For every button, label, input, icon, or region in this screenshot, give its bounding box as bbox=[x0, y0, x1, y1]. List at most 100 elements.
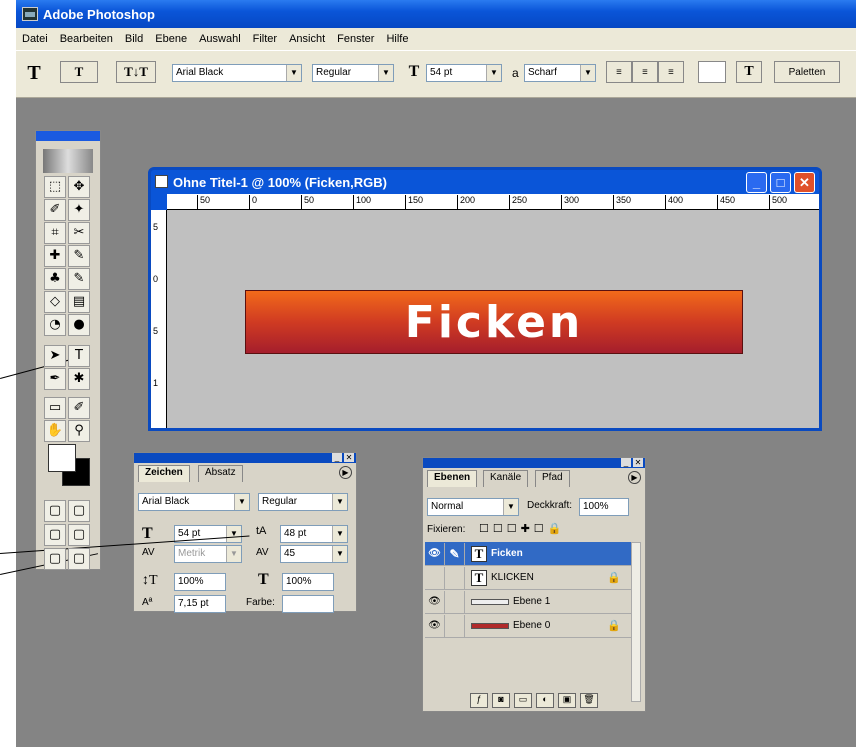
minimize-icon[interactable]: _ bbox=[332, 453, 342, 462]
quick-mask-on-icon[interactable]: ▢ bbox=[68, 500, 90, 522]
slice-icon[interactable]: ✂ bbox=[68, 222, 90, 244]
maximize-icon[interactable]: □ bbox=[770, 172, 791, 193]
trash-icon[interactable]: 🗑 bbox=[580, 692, 598, 708]
layer-row-ebene-1[interactable]: 👁 Ebene 1 bbox=[425, 590, 631, 614]
blend-mode-select[interactable]: Normal ▼ bbox=[427, 498, 519, 516]
zoom-icon[interactable]: ⚲ bbox=[68, 420, 90, 442]
eye-icon[interactable]: 👁 bbox=[425, 590, 445, 613]
tab-zeichen[interactable]: Zeichen bbox=[138, 465, 190, 482]
eye-icon[interactable]: 👁 bbox=[425, 542, 445, 565]
adjustment-layer-icon[interactable]: ◐ bbox=[536, 692, 554, 708]
marquee-icon[interactable]: ⬚ bbox=[44, 176, 66, 198]
adobe-online-icon[interactable] bbox=[43, 149, 93, 173]
gradient-icon[interactable]: ▤ bbox=[68, 291, 90, 313]
font-family-select[interactable]: Arial Black ▼ bbox=[172, 64, 302, 82]
baseline-shift-field[interactable]: 7,15 pt bbox=[174, 595, 226, 613]
leading-field[interactable]: 48 pt ▼ bbox=[280, 525, 348, 543]
menu-bearbeiten[interactable]: Bearbeiten bbox=[60, 33, 113, 45]
tracking-field[interactable]: 45 ▼ bbox=[280, 545, 348, 563]
menu-bild[interactable]: Bild bbox=[125, 33, 143, 45]
close-icon[interactable]: ✕ bbox=[794, 172, 815, 193]
text-color-swatch[interactable] bbox=[282, 595, 334, 613]
antialias-select[interactable]: Scharf ▼ bbox=[524, 64, 596, 82]
font-style-select[interactable]: Regular ▼ bbox=[258, 493, 348, 511]
lasso-icon[interactable]: ✐ bbox=[44, 199, 66, 221]
horizontal-scale-field[interactable]: 100% bbox=[282, 573, 334, 591]
eye-icon[interactable]: 👁 bbox=[425, 614, 445, 637]
opacity-field[interactable]: 100% bbox=[579, 498, 629, 516]
imageready-icon[interactable]: ▢ bbox=[68, 548, 90, 570]
jump-to-imageready-icon[interactable]: ▢ bbox=[44, 548, 66, 570]
tab-ebenen[interactable]: Ebenen bbox=[427, 470, 478, 487]
menu-auswahl[interactable]: Auswahl bbox=[199, 33, 241, 45]
eye-hidden-icon[interactable] bbox=[425, 566, 445, 589]
foreground-color-swatch[interactable] bbox=[48, 444, 76, 472]
crop-icon[interactable]: ⌗ bbox=[44, 222, 66, 244]
new-set-icon[interactable]: ▭ bbox=[514, 692, 532, 708]
align-left-icon[interactable]: ≡ bbox=[606, 61, 632, 83]
path-select-icon[interactable]: ➤ bbox=[44, 345, 66, 367]
vertical-scale-field[interactable]: 100% bbox=[174, 573, 226, 591]
minimize-icon[interactable]: _ bbox=[746, 172, 767, 193]
hand-icon[interactable]: ✋ bbox=[44, 420, 66, 442]
menu-hilfe[interactable]: Hilfe bbox=[386, 33, 408, 45]
healing-brush-icon[interactable]: ✚ bbox=[44, 245, 66, 267]
font-style-select[interactable]: Regular ▼ bbox=[312, 64, 394, 82]
screen-mode-icon[interactable]: ▢ bbox=[44, 524, 66, 546]
tab-absatz[interactable]: Absatz bbox=[198, 465, 243, 482]
menu-datei[interactable]: Datei bbox=[22, 33, 48, 45]
horizontal-scale-icon: T bbox=[258, 571, 269, 588]
layer-style-icon[interactable]: ƒ bbox=[470, 692, 488, 708]
new-layer-icon[interactable]: ▣ bbox=[558, 692, 576, 708]
palettes-button[interactable]: Paletten bbox=[774, 61, 840, 83]
orientation-toggle-icon[interactable]: T↓T bbox=[116, 61, 156, 83]
kerning-field[interactable]: Metrik ▼ bbox=[174, 545, 242, 563]
menu-ansicht[interactable]: Ansicht bbox=[289, 33, 325, 45]
blur-icon[interactable]: ◔ bbox=[44, 314, 66, 336]
baseline-shift-icon: Aª bbox=[142, 597, 153, 608]
menu-ebene[interactable]: Ebene bbox=[155, 33, 187, 45]
panel-menu-icon[interactable]: ▶ bbox=[628, 471, 641, 484]
warp-text-icon[interactable]: T bbox=[736, 61, 762, 83]
layers-scrollbar[interactable] bbox=[631, 542, 641, 702]
horizontal-text-icon[interactable]: T bbox=[60, 61, 98, 83]
magic-wand-icon[interactable]: ✦ bbox=[68, 199, 90, 221]
layer-row-ebene-0[interactable]: 👁 Ebene 0 🔒 bbox=[425, 614, 631, 638]
notes-icon[interactable]: ▭ bbox=[44, 397, 66, 419]
lock-options-icon[interactable]: ☐☐☐✚☐🔒 bbox=[479, 522, 565, 535]
menu-fenster[interactable]: Fenster bbox=[337, 33, 374, 45]
clone-stamp-icon[interactable]: ♣ bbox=[44, 268, 66, 290]
shape-icon[interactable]: ✱ bbox=[68, 368, 90, 390]
close-icon[interactable]: ✕ bbox=[633, 458, 643, 467]
toolbox-header[interactable] bbox=[36, 131, 100, 141]
move-icon[interactable]: ✥ bbox=[68, 176, 90, 198]
brush-icon[interactable]: ✎ bbox=[68, 245, 90, 267]
layers-panel-header[interactable]: _ ✕ bbox=[423, 458, 645, 468]
text-tool-preset-icon[interactable]: T bbox=[20, 59, 48, 87]
minimize-icon[interactable]: _ bbox=[621, 458, 631, 467]
align-center-icon[interactable]: ≡ bbox=[632, 61, 658, 83]
eraser-icon[interactable]: ◇ bbox=[44, 291, 66, 313]
layer-row-klicken[interactable]: T KLICKEN 🔒 bbox=[425, 566, 631, 590]
character-panel-header[interactable]: _ ✕ bbox=[134, 453, 356, 463]
layer-row-ficken[interactable]: 👁 ✎ T Ficken bbox=[425, 542, 631, 566]
align-right-icon[interactable]: ≡ bbox=[658, 61, 684, 83]
full-screen-icon[interactable]: ▢ bbox=[68, 524, 90, 546]
panel-menu-icon[interactable]: ▶ bbox=[339, 466, 352, 479]
document-canvas[interactable]: Ficken bbox=[167, 210, 819, 428]
eyedropper-icon[interactable]: ✐ bbox=[68, 397, 90, 419]
tab-kanaele[interactable]: Kanäle bbox=[483, 470, 529, 487]
type-tool-icon[interactable]: T bbox=[68, 345, 90, 367]
history-brush-icon[interactable]: ✎ bbox=[68, 268, 90, 290]
font-size-select[interactable]: 54 pt ▼ bbox=[426, 64, 502, 82]
close-icon[interactable]: ✕ bbox=[344, 453, 354, 462]
layer-mask-icon[interactable]: ◙ bbox=[492, 692, 510, 708]
document-title-bar[interactable]: Ohne Titel-1 @ 100% (Ficken,RGB) _ □ ✕ bbox=[151, 170, 819, 194]
tab-pfad[interactable]: Pfad bbox=[535, 470, 570, 487]
pen-icon[interactable]: ✒ bbox=[44, 368, 66, 390]
quick-mask-off-icon[interactable]: ▢ bbox=[44, 500, 66, 522]
font-family-select[interactable]: Arial Black ▼ bbox=[138, 493, 250, 511]
menu-filter[interactable]: Filter bbox=[253, 33, 277, 45]
dodge-icon[interactable]: ● bbox=[68, 314, 90, 336]
text-color-swatch[interactable] bbox=[698, 61, 726, 83]
